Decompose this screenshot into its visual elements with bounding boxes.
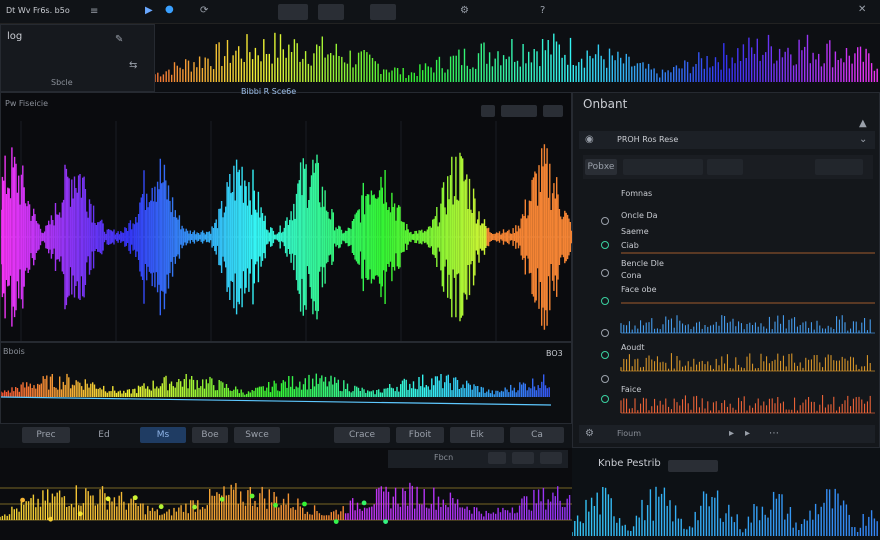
track-knob [601,375,609,383]
footer-more-icon[interactable]: ⋯ [769,429,779,439]
link-icon[interactable]: ⇆ [129,61,137,71]
level-trend-line [1,396,552,406]
transport-button-ed[interactable]: Ed [80,427,128,443]
transport-button-fboit[interactable]: Fboit [396,427,444,443]
right-row-label: Aoudt [621,343,645,352]
settings-icon[interactable]: ⚙ [460,6,469,16]
right-panel-footer-label: Fioum [617,429,641,438]
toolbar-button-3[interactable] [370,4,396,20]
section-expand-icon[interactable]: ⌄ [859,135,867,145]
right-row-label: Saeme [621,227,649,236]
right-row-label: Faice [621,385,642,394]
bottom-left-panel: Fbcn [0,448,572,540]
edit-icon[interactable]: ✎ [115,35,123,45]
section-icon: ◉ [585,134,594,145]
note-marker [158,504,164,510]
note-marker [249,493,255,499]
right-panel-section-title: PROH Ros Rese [617,135,679,144]
left-header-panel: log Sbcle ✎ ⇆ [0,24,155,92]
track-knob [601,297,609,305]
transport-button-swce[interactable]: Swce [234,427,280,443]
note-marker [105,496,111,502]
right-row-label: Bencle Dle [621,259,664,268]
bottom-left-label: Fbcn [434,453,454,462]
tab-field-2[interactable] [707,159,743,175]
top-bar: Dt Wv Fr6s. b5o ≡ ▶ ● ⟳ ⚙ ? ✕ [0,0,880,24]
note-marker [192,504,198,510]
play-icon[interactable]: ▶ [145,6,153,16]
spectrum-display [155,32,878,82]
waveform-options-button[interactable] [543,105,563,117]
right-row-label: Ciab [621,241,639,250]
left-header-title: log [7,31,23,42]
footer-next-icon[interactable]: ▸ [745,429,750,439]
right-panel-collapse-icon[interactable]: ▲ [859,119,867,129]
transport-button-boe[interactable]: Boe [192,427,228,443]
note-marker [48,516,53,522]
transport-button-prec[interactable]: Prec [22,427,70,443]
left-header-subtitle: Sbcle [51,78,73,87]
track-knob [601,269,609,277]
loop-icon[interactable]: ⟳ [200,6,208,16]
transport-button-crace[interactable]: Crace [334,427,390,443]
note-marker [132,495,138,501]
right-panel-footer: ⚙ Fioum ▸ ▸ ⋯ [579,425,875,443]
right-panel-section-bar: ◉ PROH Ros Rese ⌄ [579,131,875,149]
transport-button-eik[interactable]: Eik [450,427,504,443]
tab-field-1[interactable] [623,159,703,175]
bottom-right-field[interactable] [668,460,718,472]
footer-play-icon[interactable]: ▸ [729,429,734,439]
right-row-label: Fomnas [621,189,653,198]
close-icon[interactable]: ✕ [858,5,866,15]
transport-bar: Prec Ed Ms Boe Swce Crace Fboit Eik Ca [0,424,572,448]
waveform-toggle-button[interactable] [481,105,495,117]
track-knob [601,217,609,225]
note-marker [361,500,367,506]
menu-icon[interactable]: ≡ [90,7,98,17]
waveform-header: Pw Fiseicie [5,99,49,108]
transport-button-ca[interactable]: Ca [510,427,564,443]
bottom-left-button-3[interactable] [540,452,562,464]
right-row-label: Face obe [621,285,657,294]
spectrum-strip [155,24,880,92]
bottom-right-title: Knbe Pestrib [598,458,661,469]
toolbar-button-2[interactable] [318,4,344,20]
right-panel-title: Onbant [583,97,628,111]
note-marker [219,496,225,502]
secondary-waveform-panel: Bbois BO3 [0,342,572,424]
track-knob [601,395,609,403]
transport-button-ms[interactable]: Ms [140,427,186,443]
toolbar-button-1[interactable] [278,4,308,20]
note-marker [383,519,388,524]
right-panel: Onbant ▲ ◉ PROH Ros Rese ⌄ Pobxe Fomnas O… [572,92,880,448]
secondary-waveform[interactable] [1,355,573,425]
main-waveform[interactable] [1,121,573,341]
right-panel-tabbar: Pobxe [583,155,873,179]
right-row-label: Cona [621,271,642,280]
waveform-field[interactable] [501,105,537,117]
note-marker [77,511,83,517]
track-knob [601,241,609,249]
window-title: Dt Wv Fr6s. b5o [6,6,70,15]
bottom-left-toolbar: Fbcn [388,450,568,468]
note-marker [302,501,307,507]
note-marker [273,502,278,508]
transport-button-blank[interactable] [288,427,328,443]
bottom-left-button-2[interactable] [512,452,534,464]
right-row-label: Oncle Da [621,211,658,220]
note-marker [333,519,339,524]
help-icon[interactable]: ? [540,6,545,16]
footer-settings-icon[interactable]: ⚙ [585,429,594,439]
main-waveform-panel: Pw Fiseicie Bibbi R Sce6e [0,87,573,342]
track-knob [601,351,609,359]
waveform-tab-label[interactable]: Bibbi R Sce6e [241,87,296,96]
tab-pobxe[interactable]: Pobxe [585,159,617,175]
track-knob [601,329,609,337]
record-icon[interactable]: ● [165,5,174,15]
tab-field-3[interactable] [815,159,863,175]
bottom-right-panel: Knbe Pestrib [572,448,880,540]
note-marker [20,497,25,503]
bottom-left-button-1[interactable] [488,452,506,464]
